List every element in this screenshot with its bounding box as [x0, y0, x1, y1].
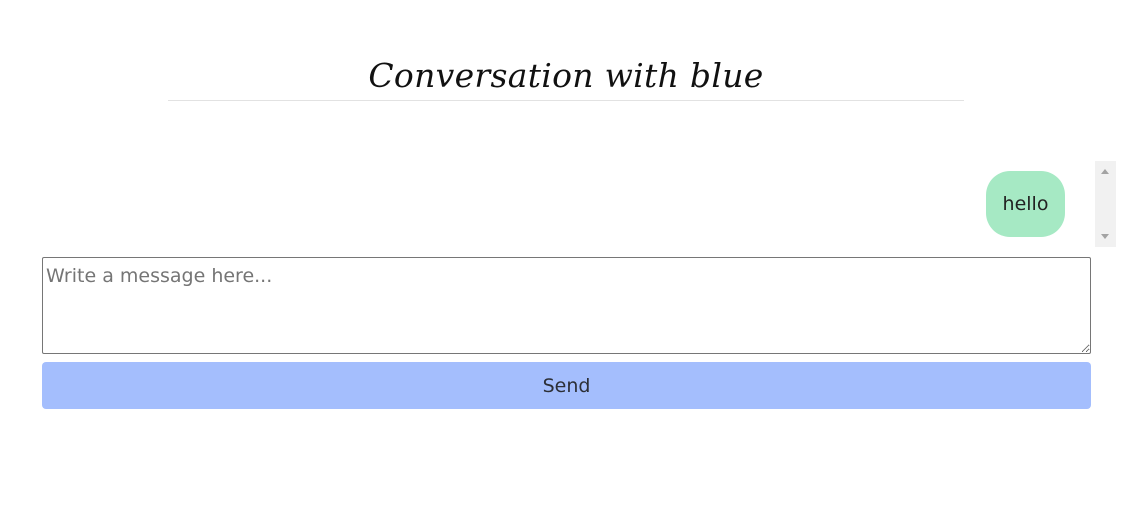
scroll-up-arrow-icon[interactable]: [1101, 169, 1109, 174]
send-button[interactable]: Send: [42, 362, 1091, 409]
scroll-down-arrow-icon[interactable]: [1101, 234, 1109, 239]
message-bubble: hello: [986, 171, 1065, 237]
conversation-header: Conversation with blue: [168, 52, 964, 101]
message-list[interactable]: hello: [42, 161, 1116, 247]
message-input[interactable]: [42, 257, 1091, 354]
message-scrollbar[interactable]: [1095, 161, 1116, 247]
page-title: Conversation with blue: [368, 56, 764, 95]
